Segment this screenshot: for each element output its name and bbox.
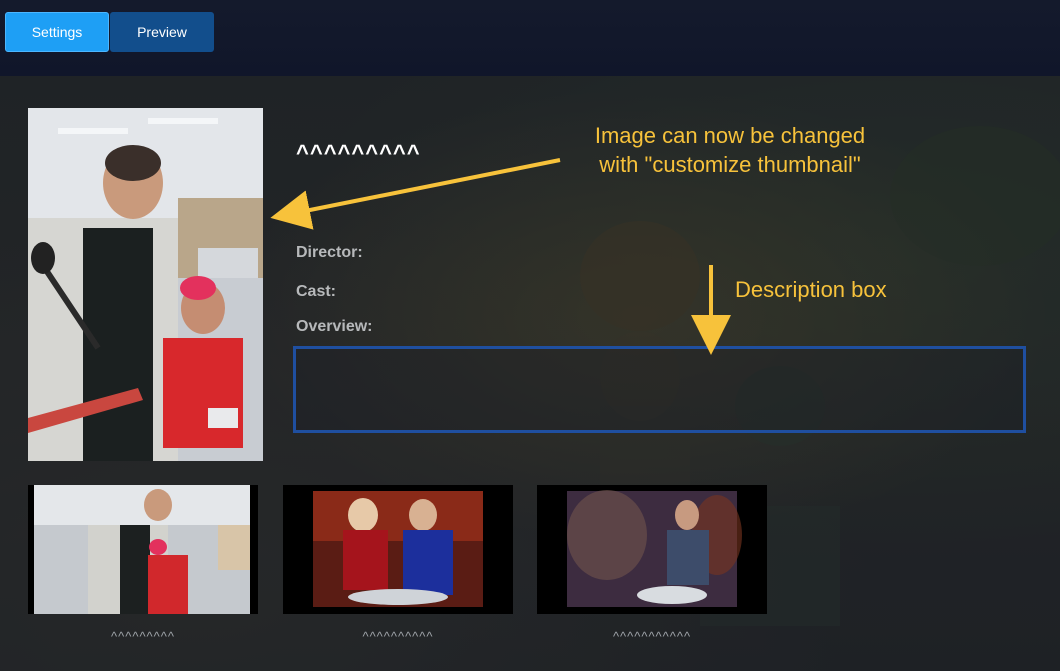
thumbnail-3-scene: [537, 485, 767, 614]
poster-image[interactable]: [28, 108, 263, 461]
thumbnail-3-caption: ^^^^^^^^^^^: [612, 629, 692, 644]
thumbnail-1[interactable]: [28, 485, 258, 614]
thumbnail-1-caption: ^^^^^^^^^: [111, 629, 175, 644]
cast-label: Cast:: [296, 283, 337, 300]
image-annotation: Image can now be changed with "customize…: [594, 123, 866, 177]
description-annotation: Description box: [735, 277, 887, 302]
top-bar: Settings Preview: [0, 0, 1060, 76]
thumbnail-2[interactable]: [283, 485, 513, 614]
description-box[interactable]: [293, 346, 1026, 433]
tab-preview[interactable]: Preview: [110, 12, 214, 52]
overview-label: Overview:: [296, 318, 373, 335]
thumbnail-1-scene: [28, 485, 258, 614]
thumbnail-3[interactable]: [537, 485, 767, 614]
tab-settings[interactable]: Settings: [5, 12, 109, 52]
director-label: Director:: [296, 244, 363, 261]
thumbnail-2-caption: ^^^^^^^^^^: [362, 629, 434, 644]
item-title: ^^^^^^^^^: [296, 140, 421, 165]
poster-scene: [28, 108, 263, 461]
thumbnail-2-scene: [283, 485, 513, 614]
